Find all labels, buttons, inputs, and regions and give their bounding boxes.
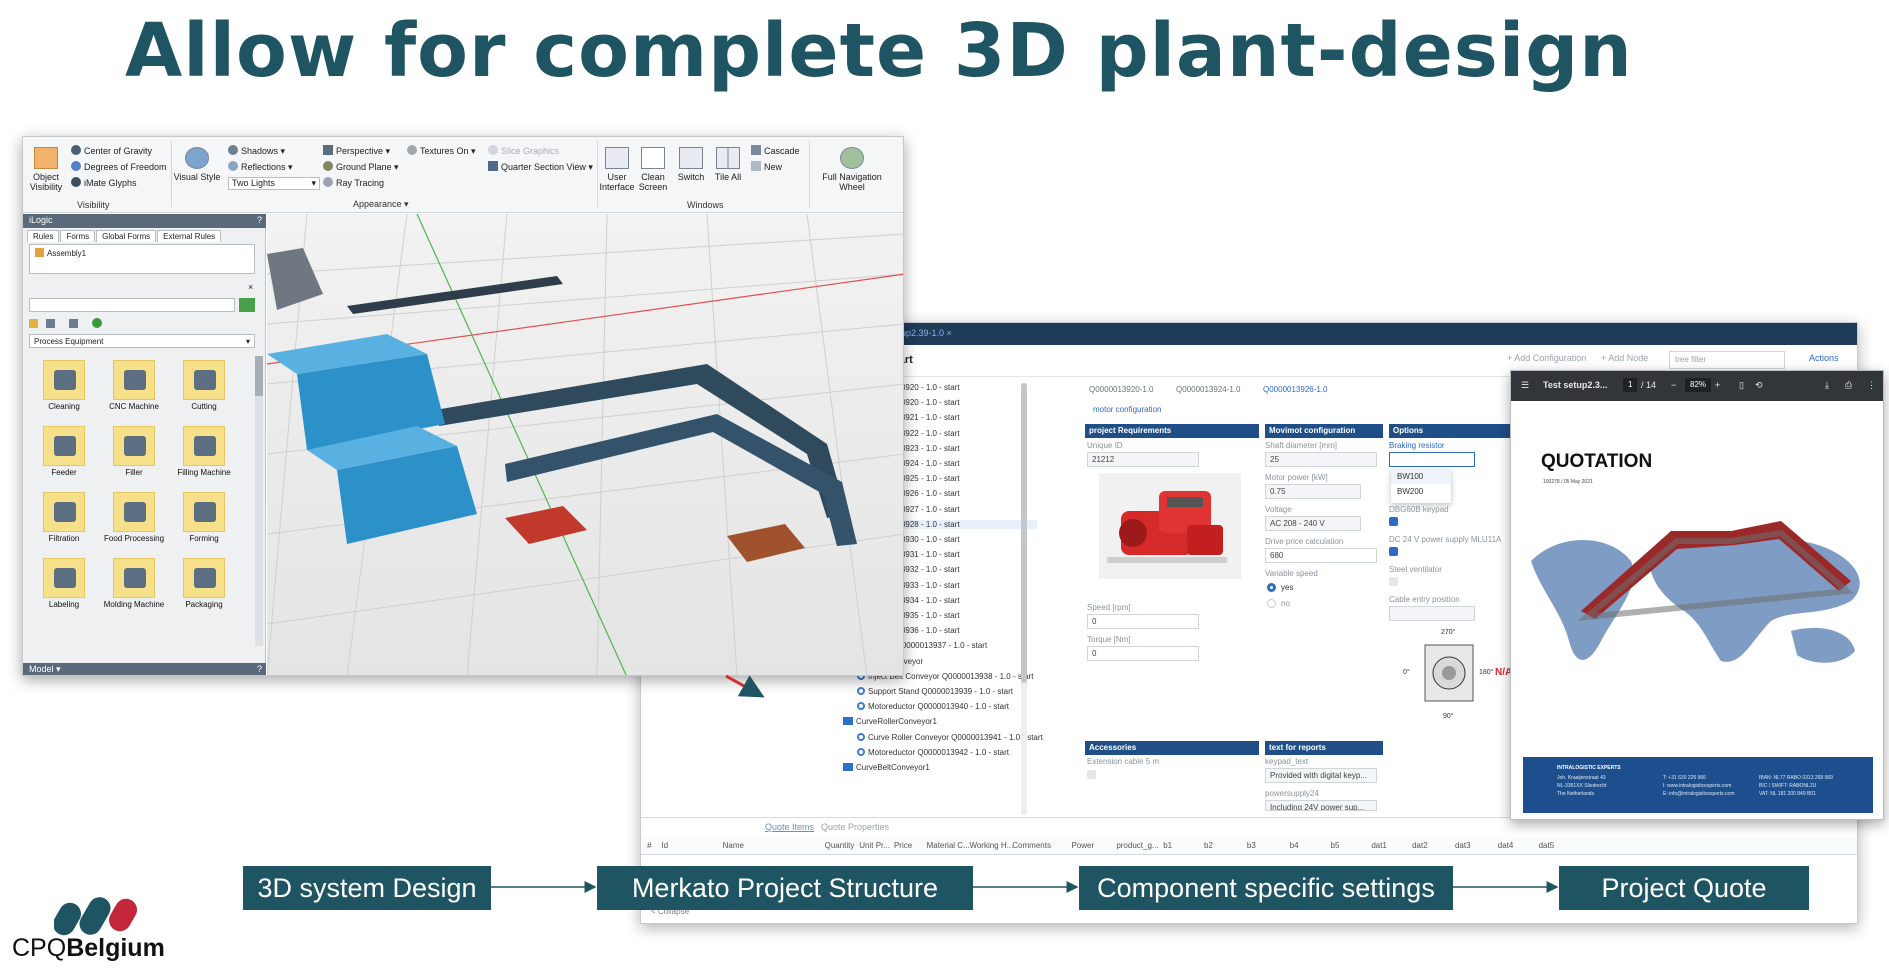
logo-wordmark: CPQBelgium <box>12 934 165 962</box>
logo-suffix: Belgium <box>66 934 165 962</box>
logo-prefix: CPQ <box>12 934 67 962</box>
flow-arrows <box>491 674 1559 893</box>
cpq-belgium-logo-icon <box>54 897 137 936</box>
